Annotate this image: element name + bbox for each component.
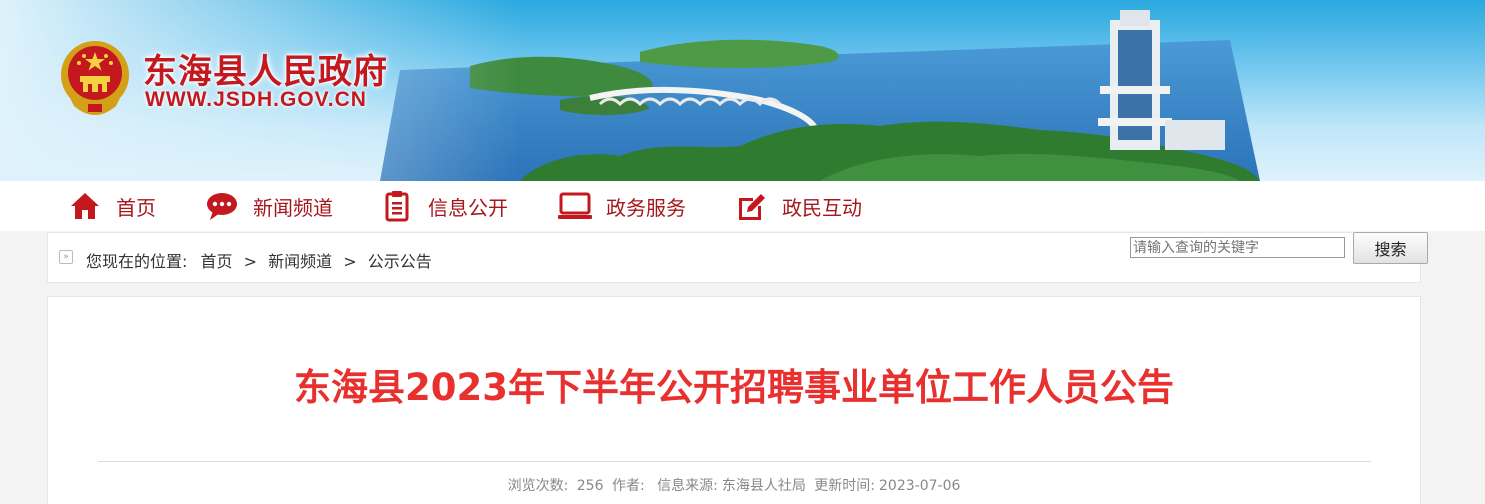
article-title: 东海县2023年下半年公开招聘事业单位工作人员公告 bbox=[294, 366, 1174, 409]
nav-label: 信息公开 bbox=[428, 195, 508, 220]
nav-item-public-interaction[interactable]: 政民互动 bbox=[734, 181, 862, 231]
breadcrumb-home[interactable]: 首页 bbox=[201, 252, 233, 271]
source-value: 东海县人社局 bbox=[721, 478, 806, 494]
breadcrumb-separator: > bbox=[343, 252, 357, 271]
home-icon bbox=[68, 189, 102, 223]
breadcrumb-news[interactable]: 新闻频道 bbox=[268, 252, 332, 271]
views-label: 浏览次数: bbox=[507, 478, 569, 494]
chat-bubble-icon bbox=[205, 189, 239, 223]
national-emblem-icon bbox=[61, 41, 129, 115]
header-banner: 东海县人民政府 WWW.JSDH.GOV.CN bbox=[0, 0, 1485, 181]
nav-item-gov-services[interactable]: 政务服务 bbox=[558, 181, 686, 231]
search-button[interactable]: 搜索 bbox=[1353, 232, 1428, 264]
edit-icon bbox=[734, 189, 768, 223]
author-label: 作者: bbox=[611, 478, 645, 494]
nav-label: 新闻频道 bbox=[253, 195, 333, 220]
updated-value: 2023-07-06 bbox=[879, 478, 961, 494]
breadcrumb-separator: > bbox=[243, 252, 258, 271]
monitor-icon bbox=[558, 189, 592, 223]
article-meta: 浏览次数: 256 作者: 信息来源: 东海县人社局 更新时间: 2023-07-0… bbox=[48, 475, 1420, 495]
nav-label: 政民互动 bbox=[782, 195, 862, 220]
views-count: 256 bbox=[576, 478, 604, 494]
breadcrumb: 您现在的位置: 首页 > 新闻频道 > 公示公告 bbox=[86, 248, 432, 272]
search-input[interactable] bbox=[1130, 237, 1345, 258]
site-title: 东海县人民政府 bbox=[143, 52, 388, 92]
article-panel: 东海县2023年下半年公开招聘事业单位工作人员公告 浏览次数: 256 作者: … bbox=[47, 296, 1421, 504]
breadcrumb-prefix: 您现在的位置: bbox=[86, 252, 188, 271]
nav-label: 政务服务 bbox=[606, 195, 686, 220]
site-url[interactable]: WWW.JSDH.GOV.CN bbox=[145, 88, 367, 112]
nav-label: 首页 bbox=[116, 195, 156, 220]
nav-item-news[interactable]: 新闻频道 bbox=[205, 181, 333, 231]
nav-item-home[interactable]: 首页 bbox=[68, 181, 156, 231]
nav-item-info-disclosure[interactable]: 信息公开 bbox=[380, 181, 508, 231]
breadcrumb-announcements[interactable]: 公示公告 bbox=[368, 252, 432, 271]
main-nav: 首页 新闻频道 信息公开 政务服务 政民互动 bbox=[0, 181, 1485, 231]
chevron-right-icon: » bbox=[59, 250, 73, 264]
source-label: 信息来源: bbox=[657, 478, 718, 494]
updated-label: 更新时间: bbox=[814, 478, 876, 494]
document-icon bbox=[380, 189, 414, 223]
title-divider bbox=[98, 461, 1371, 462]
